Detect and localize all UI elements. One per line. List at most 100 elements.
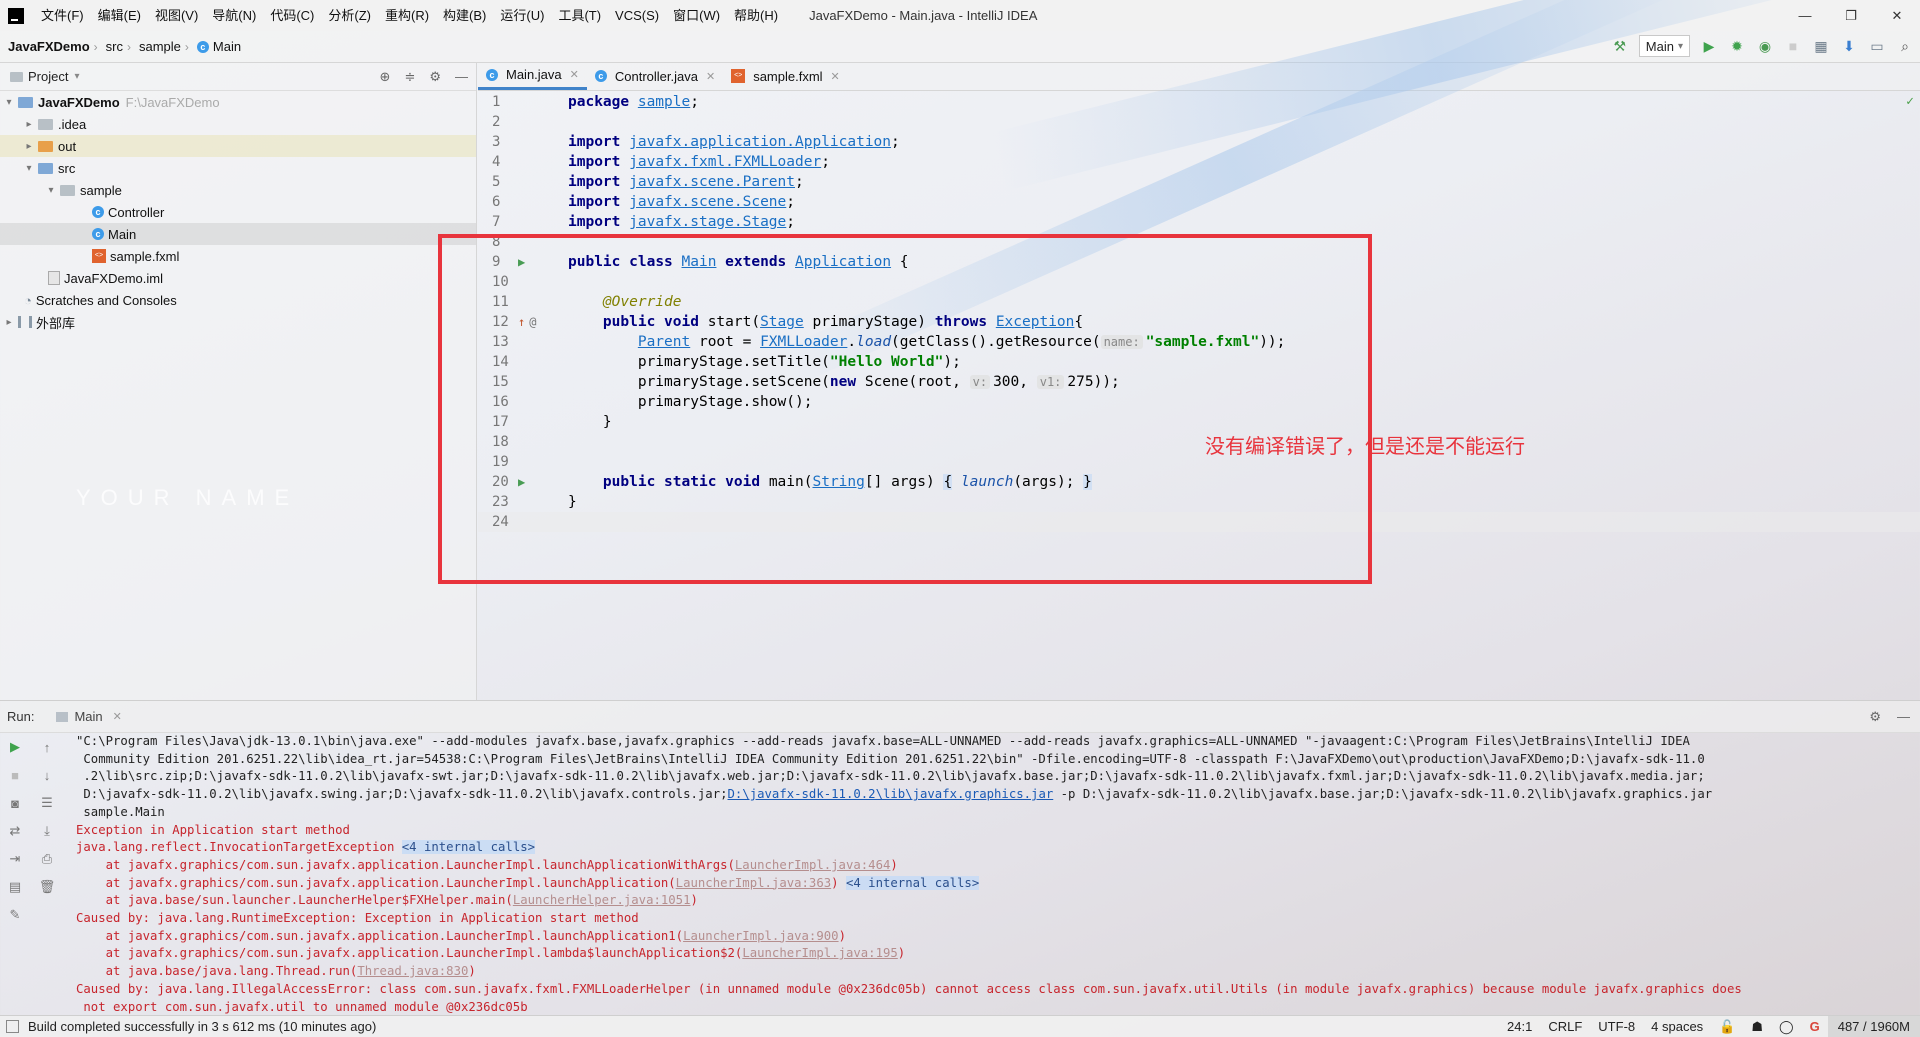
down-arrow-icon[interactable]: ↓	[38, 766, 56, 784]
menu-edit[interactable]: 编辑(E)	[91, 0, 148, 31]
sdk-manager-icon[interactable]: ⬇	[1840, 37, 1858, 55]
menu-code[interactable]: 代码(C)	[263, 0, 321, 31]
hide-icon[interactable]: —	[1897, 709, 1910, 725]
build-hammer-icon[interactable]: ⚒	[1611, 37, 1629, 55]
console-link[interactable]: D:\javafx-sdk-11.0.2\lib\javafx.graphics…	[728, 787, 1054, 801]
close-icon[interactable]: ✕	[831, 70, 840, 83]
tab-controller-java[interactable]: c Controller.java ✕	[587, 62, 723, 90]
menu-refactor[interactable]: 重构(R)	[378, 0, 436, 31]
menu-file[interactable]: 文件(F)	[34, 0, 91, 31]
tree-item-controller[interactable]: c Controller	[0, 201, 476, 223]
tree-item-idea[interactable]: ▸ .idea	[0, 113, 476, 135]
tree-item-sample[interactable]: ▾ sample	[0, 179, 476, 201]
gear-icon[interactable]: ⚙	[1869, 709, 1881, 725]
locate-icon[interactable]: ⊕	[380, 69, 391, 85]
caret-position[interactable]: 24:1	[1499, 1016, 1540, 1037]
internal-calls-fold[interactable]: <4 internal calls>	[401, 840, 536, 855]
stack-frame-link[interactable]: Thread.java:830	[357, 964, 468, 978]
menu-build[interactable]: 构建(B)	[436, 0, 493, 31]
pin-icon[interactable]: ✎	[6, 906, 24, 924]
stack-frame-link[interactable]: LauncherHelper.java:1051	[513, 893, 691, 907]
tab-sample-fxml[interactable]: <> sample.fxml ✕	[723, 62, 848, 90]
console-text: -p D:\javafx-sdk-11.0.2\lib\javafx.base.…	[1053, 787, 1713, 802]
close-icon[interactable]: ✕	[570, 68, 579, 81]
close-icon[interactable]: ✕	[113, 710, 122, 723]
close-button[interactable]: ✕	[1874, 0, 1920, 31]
close-icon[interactable]: ✕	[706, 70, 715, 83]
code-line: 3 import javafx.application.Application;	[478, 132, 1920, 152]
inspector-icon[interactable]: ☗	[1743, 1016, 1771, 1037]
memory-indicator[interactable]: 487 / 1960M	[1827, 1016, 1920, 1037]
project-view-select[interactable]: Project	[28, 69, 68, 84]
line-separator[interactable]: CRLF	[1540, 1016, 1590, 1037]
search-icon[interactable]: ⌕	[1896, 37, 1914, 55]
chevron-down-icon: ▾	[6, 96, 12, 108]
hide-icon[interactable]: —	[455, 69, 468, 85]
run-icon[interactable]: ▶	[1700, 37, 1718, 55]
background-watermark: YOUR NAME	[76, 485, 300, 510]
stack-frame-link[interactable]: LauncherImpl.java:195	[742, 946, 897, 960]
camera-icon[interactable]: ◙	[6, 794, 24, 812]
rerun-icon[interactable]: ▶	[6, 738, 24, 756]
indent-setting[interactable]: 4 spaces	[1643, 1016, 1711, 1037]
stop-icon[interactable]: ■	[1784, 37, 1802, 55]
restore-layout-icon[interactable]: ⇄	[6, 822, 24, 840]
tree-item-scratches[interactable]: ◔ Scratches and Consoles	[0, 289, 476, 311]
stack-frame-link[interactable]: LauncherImpl.java:900	[683, 929, 838, 943]
collapse-all-icon[interactable]: ≑	[404, 69, 415, 85]
layout-icon[interactable]: ▤	[6, 878, 24, 896]
tree-item-out[interactable]: ▸ out	[0, 135, 476, 157]
run-configuration-select[interactable]: Main ▾	[1638, 35, 1690, 57]
stack-frame-link[interactable]: LauncherImpl.java:363	[676, 876, 831, 890]
menu-window[interactable]: 窗口(W)	[666, 0, 727, 31]
scroll-to-end-icon[interactable]: ⤓	[38, 822, 56, 840]
google-icon[interactable]: G	[1802, 1016, 1828, 1037]
print-icon[interactable]: ⎙	[38, 850, 56, 868]
breadcrumb-sample[interactable]: sample	[131, 39, 185, 54]
breadcrumb-main[interactable]: c Main	[189, 39, 245, 54]
tree-item-iml[interactable]: JavaFXDemo.iml	[0, 267, 476, 289]
line-number: 2	[492, 114, 501, 130]
tree-item-src[interactable]: ▾ src	[0, 157, 476, 179]
menu-run[interactable]: 运行(U)	[493, 0, 551, 31]
tab-label: Main.java	[506, 67, 562, 82]
menu-tools[interactable]: 工具(T)	[551, 0, 608, 31]
breadcrumb-project[interactable]: JavaFXDemo	[0, 39, 94, 54]
stack-frame-link[interactable]: LauncherImpl.java:464	[735, 858, 890, 872]
tree-item-label: .idea	[58, 116, 87, 132]
project-structure-icon[interactable]: ▦	[1812, 37, 1830, 55]
restore-button[interactable]: ❐	[1828, 0, 1874, 31]
trash-icon[interactable]: 🗑	[38, 878, 56, 896]
tree-item-sample-fxml[interactable]: <> sample.fxml	[0, 245, 476, 267]
file-encoding[interactable]: UTF-8	[1590, 1016, 1643, 1037]
tree-item-main[interactable]: c Main	[0, 223, 476, 245]
console-output[interactable]: "C:\Program Files\Java\jdk-13.0.1\bin\ja…	[76, 733, 1916, 1015]
minimize-button[interactable]: —	[1782, 0, 1828, 31]
folder-icon	[38, 162, 53, 174]
presentation-icon[interactable]: ▭	[1868, 37, 1886, 55]
status-message[interactable]: Build completed successfully in 3 s 612 …	[0, 1019, 376, 1034]
breadcrumb-src[interactable]: src	[98, 39, 127, 54]
up-arrow-icon[interactable]: ↑	[38, 738, 56, 756]
menu-navigate[interactable]: 导航(N)	[205, 0, 263, 31]
debug-icon[interactable]: ✹	[1728, 37, 1746, 55]
menu-view[interactable]: 视图(V)	[148, 0, 205, 31]
internal-calls-fold[interactable]: <4 internal calls>	[845, 875, 980, 890]
menu-help[interactable]: 帮助(H)	[727, 0, 785, 31]
tree-item-project-root[interactable]: ▾ JavaFXDemo F:\JavaFXDemo	[0, 91, 476, 113]
soft-wrap-icon[interactable]: ☰	[38, 794, 56, 812]
inspection-ok-icon[interactable]: ✓	[1906, 94, 1914, 109]
tree-item-external-libraries[interactable]: ▸ 外部库	[0, 311, 476, 333]
tool-window-toggle-icon[interactable]	[6, 1020, 19, 1033]
lock-icon[interactable]: 🔓	[1711, 1016, 1743, 1037]
stop-icon[interactable]: ■	[6, 766, 24, 784]
exit-icon[interactable]: ⇥	[6, 850, 24, 868]
run-tab-main[interactable]: Main ✕	[56, 709, 122, 724]
gear-icon[interactable]: ⚙	[429, 69, 441, 85]
tab-main-java[interactable]: c Main.java ✕	[478, 62, 587, 90]
menu-analyze[interactable]: 分析(Z)	[321, 0, 378, 31]
coverage-icon[interactable]: ◉	[1756, 37, 1774, 55]
chevron-down-icon[interactable]: ▾	[74, 71, 79, 82]
menu-vcs[interactable]: VCS(S)	[608, 0, 666, 31]
notifications-icon[interactable]: ◯	[1771, 1016, 1802, 1037]
